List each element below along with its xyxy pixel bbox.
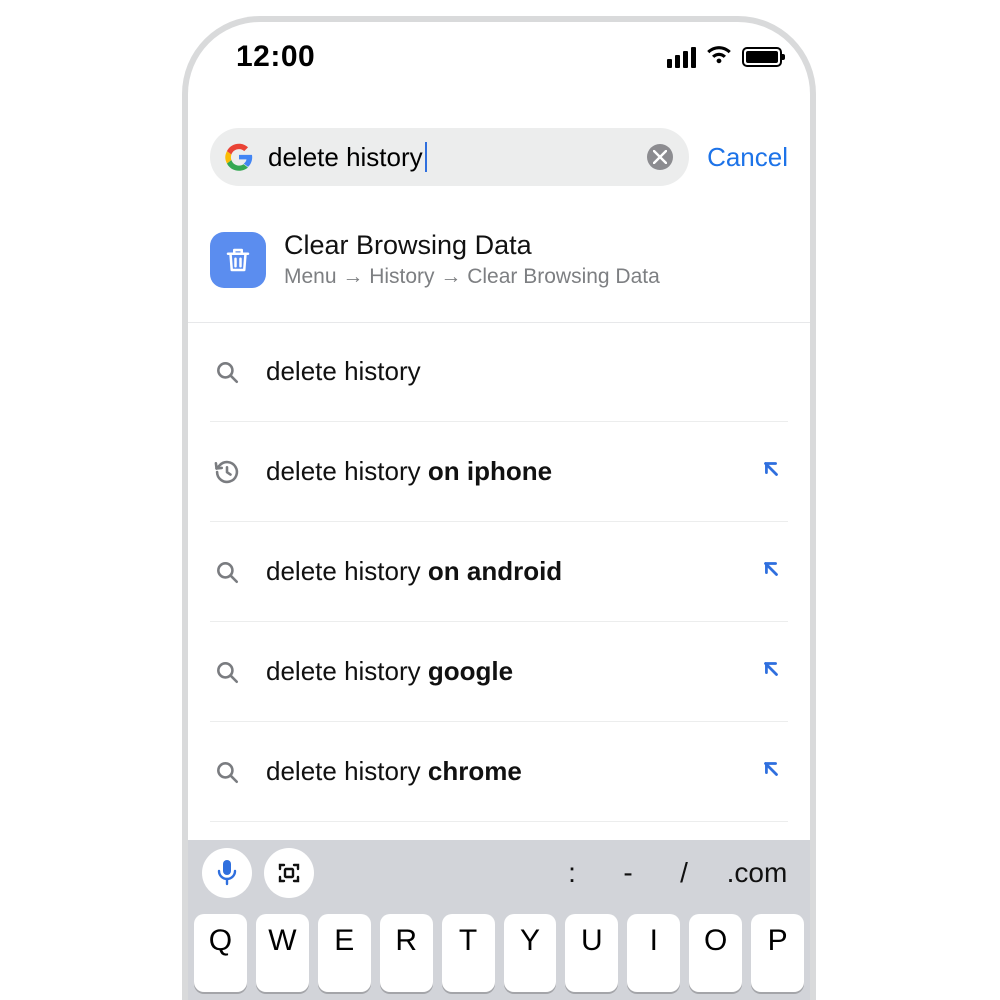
search-icon — [210, 359, 244, 385]
key-w[interactable]: W — [256, 914, 309, 992]
action-suggestion-title: Clear Browsing Data — [284, 230, 660, 261]
cancel-button[interactable]: Cancel — [707, 142, 788, 173]
key-y[interactable]: Y — [504, 914, 557, 992]
trash-icon — [210, 232, 266, 288]
key-i[interactable]: I — [627, 914, 680, 992]
key-r[interactable]: R — [380, 914, 433, 992]
suggestion-text: delete history chrome — [266, 756, 738, 787]
suggestion-row[interactable]: delete history on android — [210, 522, 788, 622]
key-colon[interactable]: : — [544, 857, 600, 889]
suggestion-row[interactable]: delete history on iphone — [210, 422, 788, 522]
key-dotcom[interactable]: .com — [712, 857, 802, 889]
search-icon — [210, 559, 244, 585]
insert-arrow-icon[interactable] — [760, 758, 788, 785]
key-dash[interactable]: - — [600, 857, 656, 889]
omnibox-row: delete history Cancel — [210, 128, 788, 186]
clock: 12:00 — [236, 40, 315, 74]
suggestion-row[interactable]: delete history — [210, 322, 788, 422]
cellular-icon — [667, 46, 696, 68]
action-suggestion-path: Menu → History → Clear Browsing Data — [284, 265, 660, 289]
suggestion-text: delete history — [266, 356, 788, 387]
insert-arrow-icon[interactable] — [760, 658, 788, 685]
key-u[interactable]: U — [565, 914, 618, 992]
keyboard: : - / .com QWERTYUIOP — [188, 840, 810, 1000]
battery-icon — [742, 47, 782, 67]
status-indicators — [667, 44, 782, 69]
key-slash[interactable]: / — [656, 857, 712, 889]
qr-scan-button[interactable] — [264, 848, 314, 898]
keyboard-toolbar: : - / .com — [188, 840, 810, 906]
key-q[interactable]: Q — [194, 914, 247, 992]
search-icon — [210, 659, 244, 685]
suggestion-row[interactable]: delete history google — [210, 622, 788, 722]
suggestion-text: delete history google — [266, 656, 738, 687]
text-caret — [425, 142, 427, 172]
google-g-icon — [224, 142, 254, 172]
action-suggestion-text: Clear Browsing Data Menu → History → Cle… — [284, 230, 660, 289]
keyboard-row: QWERTYUIOP — [194, 914, 804, 992]
suggestion-text: delete history on android — [266, 556, 738, 587]
suggestion-row[interactable]: delete history chrome — [210, 722, 788, 822]
insert-arrow-icon[interactable] — [760, 558, 788, 585]
insert-arrow-icon[interactable] — [760, 458, 788, 485]
phone-frame: 12:00 delete history Can — [182, 16, 816, 1000]
key-p[interactable]: P — [751, 914, 804, 992]
omnibox[interactable]: delete history — [210, 128, 689, 186]
key-e[interactable]: E — [318, 914, 371, 992]
history-icon — [210, 458, 244, 486]
omnibox-text: delete history — [268, 142, 647, 173]
clear-input-button[interactable] — [647, 144, 673, 170]
voice-input-button[interactable] — [202, 848, 252, 898]
wifi-icon — [706, 44, 732, 69]
suggestion-list: delete history delete history on iphone de… — [210, 322, 788, 822]
search-icon — [210, 759, 244, 785]
action-suggestion[interactable]: Clear Browsing Data Menu → History → Cle… — [210, 230, 788, 309]
key-t[interactable]: T — [442, 914, 495, 992]
status-bar: 12:00 — [188, 40, 810, 80]
suggestion-text: delete history on iphone — [266, 456, 738, 487]
key-o[interactable]: O — [689, 914, 742, 992]
